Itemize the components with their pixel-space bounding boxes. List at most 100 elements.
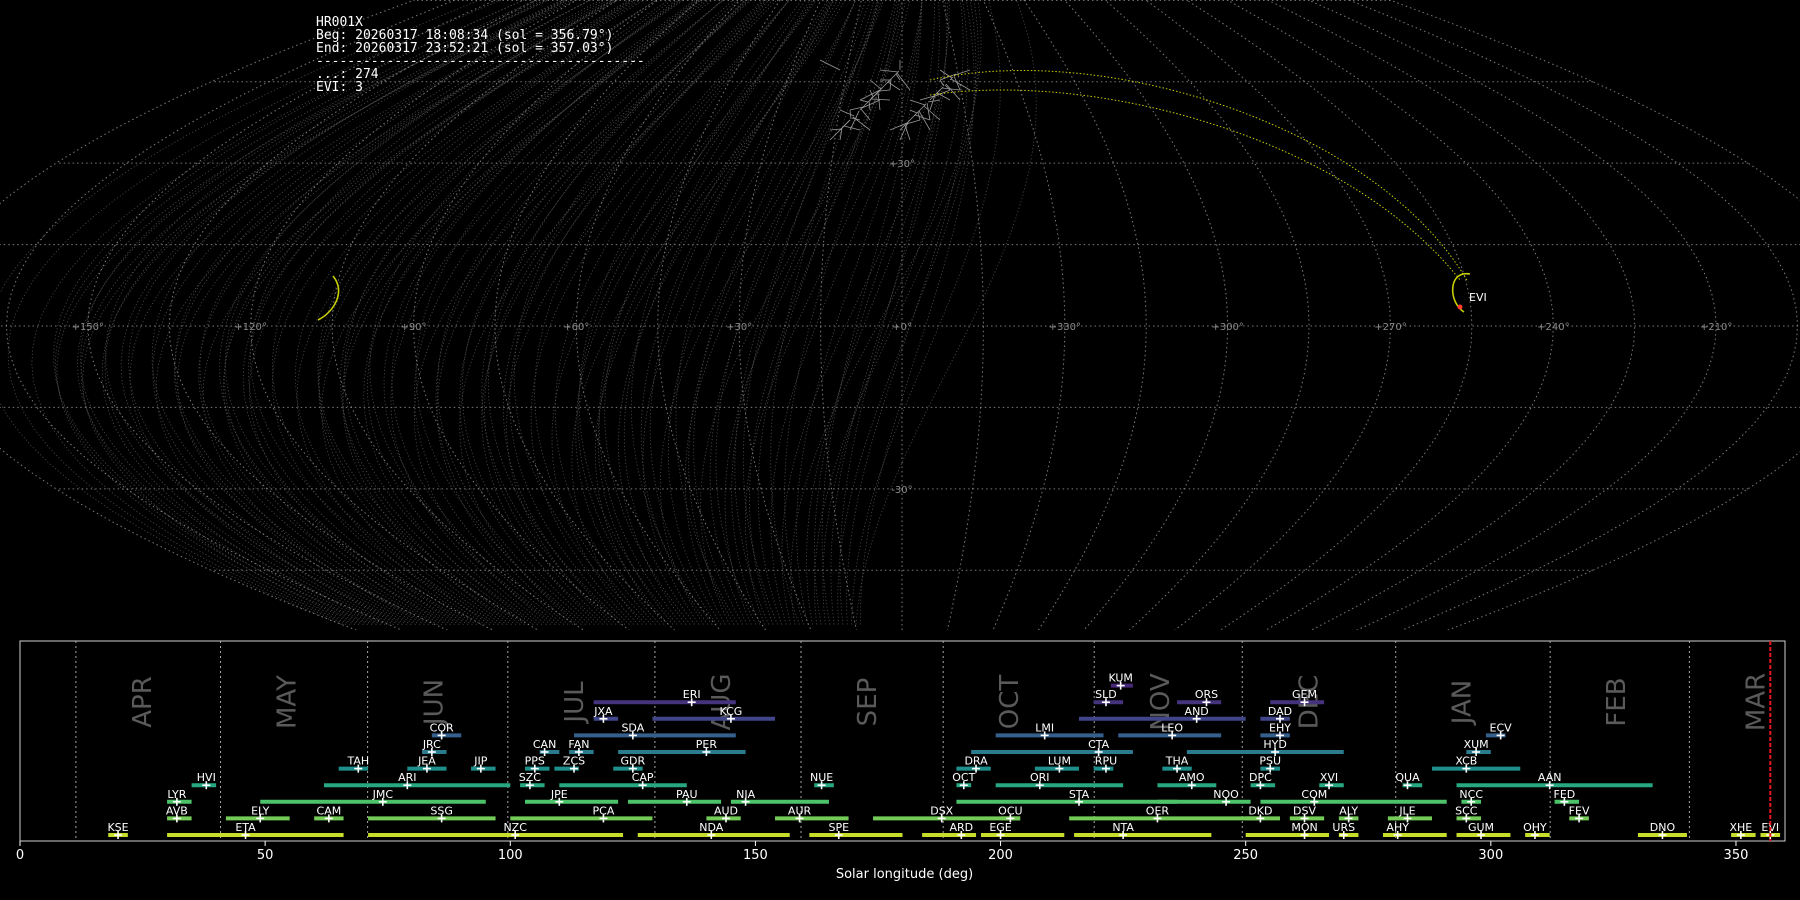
evi-arc-left — [317, 275, 340, 321]
shower-label: ERI — [683, 688, 701, 701]
cluster-track — [859, 99, 869, 103]
x-tick-label: 250 — [1233, 848, 1258, 863]
lon-label: +150° — [72, 322, 104, 333]
cluster-track — [908, 119, 911, 122]
shower-label: GEM — [1292, 688, 1317, 701]
meridian-line — [1266, 0, 1636, 630]
shower-kum: KUM — [1108, 672, 1133, 690]
x-tick-label: 300 — [1478, 848, 1503, 863]
meteor-track — [855, 0, 1037, 625]
shower-label: DSV — [1293, 804, 1316, 817]
shower-jmc: JMC — [260, 788, 486, 806]
shower-lyr: LYR — [167, 788, 192, 806]
meteor-track — [744, 0, 923, 625]
cluster-track — [926, 102, 931, 121]
shower-label: XHE — [1729, 821, 1752, 834]
lat-label: +30° — [889, 159, 915, 170]
shower-ehy: EHY — [1260, 721, 1291, 740]
shower-ecv: ECV — [1485, 721, 1512, 740]
month-label: MAY — [273, 675, 303, 729]
x-tick-label: 0 — [16, 848, 24, 863]
x-axis-label: Solar longitude (deg) — [836, 867, 973, 882]
x-tick-label: 100 — [498, 848, 523, 863]
shower-lum: LUM — [1034, 755, 1079, 773]
shower-nda: NDA — [637, 821, 790, 839]
cluster-track — [869, 79, 882, 90]
shower-cta: CTA — [971, 738, 1133, 756]
shower-label: HYD — [1263, 738, 1286, 751]
sky-map: EVI+180°+150°+120°+90°+60°+30°+0°+330°+3… — [0, 0, 1800, 630]
shower-label: ZCS — [563, 755, 585, 768]
shower-jle: JLE — [1387, 804, 1432, 823]
shower-label: STA — [1069, 788, 1090, 801]
meteor-track — [742, 0, 875, 625]
shower-can: CAN — [533, 738, 560, 756]
cluster-track — [878, 89, 891, 92]
shower-label: SLD — [1095, 688, 1117, 701]
shower-mon: MON — [1245, 821, 1330, 839]
shower-label: SCC — [1455, 804, 1478, 817]
shower-label: SZC — [519, 771, 542, 784]
lon-label: +30° — [726, 322, 752, 333]
cluster-track — [860, 108, 871, 121]
shower-label: AHY — [1386, 821, 1409, 834]
shower-label: OHY — [1523, 821, 1547, 834]
shower-tah: TAH — [338, 755, 369, 773]
shower-kse: KSE — [107, 821, 129, 839]
meridian-line — [982, 0, 1066, 630]
evi-radiant-marker — [1457, 304, 1463, 310]
shower-label: CAN — [533, 738, 556, 751]
shower-jpe: JPE — [524, 788, 619, 806]
shower-noo: NOO — [1157, 788, 1251, 806]
meteor-track — [806, 0, 949, 625]
shower-label: JPE — [550, 788, 568, 801]
meteor-track — [642, 0, 857, 625]
shower-spe: SPE — [809, 821, 903, 839]
shower-label: EHY — [1269, 721, 1291, 734]
shower-dno: DNO — [1637, 821, 1687, 839]
cluster-track — [889, 122, 908, 131]
shower-label: GUM — [1468, 821, 1494, 834]
lon-labels: +180°+150°+120°+90°+60°+30°+0°+330°+300°… — [72, 159, 1733, 496]
meteor-track — [700, 0, 910, 625]
meridian-line — [1226, 0, 1554, 630]
meridian-line — [1104, 0, 1310, 630]
evi-track — [929, 70, 1469, 283]
shower-label: CAM — [317, 804, 342, 817]
shower-nia: NIA — [730, 788, 829, 806]
cluster-track — [909, 99, 926, 106]
shower-sta: STA — [956, 788, 1178, 806]
meteor-track — [822, 0, 964, 625]
cluster-track — [889, 70, 900, 81]
shower-label: SSG — [430, 804, 453, 817]
shower-label: QUA — [1395, 771, 1420, 784]
shower-label: XUM — [1464, 738, 1489, 751]
cluster-track — [953, 75, 961, 91]
shower-ari: ARI — [323, 771, 511, 790]
shower-dsv: DSV — [1289, 804, 1325, 823]
shower-ori: ORI — [995, 771, 1124, 790]
cluster-track — [923, 105, 941, 121]
shower-label: TAH — [346, 755, 369, 768]
meteor-track — [846, 0, 969, 625]
shower-pau: PAU — [627, 788, 722, 806]
shower-label: XCB — [1455, 755, 1477, 768]
meteor-track — [839, 0, 940, 625]
shower-label: AUD — [714, 804, 738, 817]
count-evi: EVI: 3 — [316, 80, 363, 95]
shower-label: LUM — [1048, 755, 1071, 768]
meteor-track — [770, 0, 923, 625]
shower-szc: SZC — [519, 771, 545, 790]
month-label: JUL — [560, 681, 590, 725]
shower-label: ALY — [1339, 804, 1358, 817]
shower-tha: THA — [1162, 755, 1192, 773]
shower-label: JXA — [593, 705, 613, 718]
shower-label: NZC — [503, 821, 527, 834]
shower-label: KSE — [107, 821, 128, 834]
shower-per: PER — [618, 738, 746, 756]
shower-label: KUM — [1108, 672, 1132, 685]
shower-dra: DRA — [956, 755, 991, 773]
meridian-line — [657, 0, 781, 630]
evi-track — [929, 89, 1461, 281]
shower-label: DKD — [1248, 804, 1272, 817]
